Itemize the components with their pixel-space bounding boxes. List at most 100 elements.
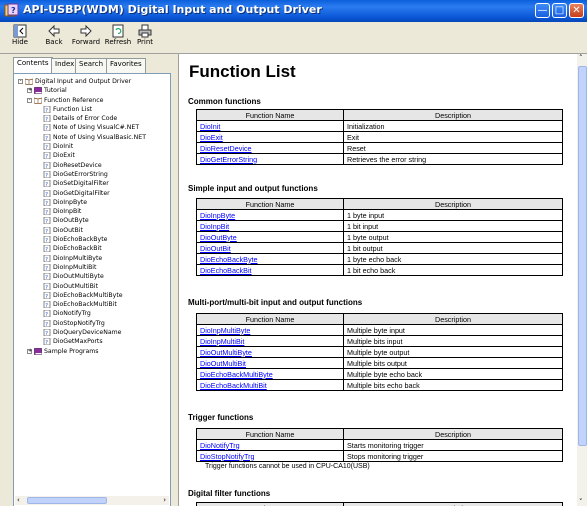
minimize-button[interactable]: — [535, 3, 550, 18]
scroll-up-icon[interactable]: ˄ [579, 54, 583, 62]
tree-item[interactable]: ? Function List [14, 105, 170, 114]
table-header-row: Function NameDescription [196, 198, 563, 210]
function-description: Multiple bits echo back [343, 379, 563, 391]
tree-item[interactable]: ? DioGetMaxPorts [14, 337, 170, 346]
expand-icon[interactable]: + [27, 348, 32, 354]
collapse-icon[interactable]: - [27, 97, 32, 103]
expand-icon[interactable]: + [27, 88, 32, 94]
table-header-row: Function NameDescription [196, 428, 563, 440]
tab-favorites[interactable]: Favorites [106, 58, 146, 73]
tree-item-label: Digital Input and Output Driver [35, 78, 132, 85]
tree-item[interactable]: ? DioGetErrorString [14, 170, 170, 179]
closed-book-icon [34, 347, 42, 355]
tree-item[interactable]: ? DioResetDevice [14, 161, 170, 170]
function-link[interactable]: DioGetErrorString [196, 153, 344, 165]
function-link[interactable]: DioResetDevice [196, 142, 344, 154]
function-description: 1 bit echo back [343, 264, 563, 276]
tree-item[interactable]: ? DioOutByte [14, 216, 170, 225]
tree-item-label: DioInpMultiBit [53, 263, 97, 271]
back-button[interactable]: Back [40, 24, 68, 46]
scroll-left-icon[interactable]: ‹ [17, 496, 20, 504]
tree-item[interactable]: ? DioInit [14, 142, 170, 151]
tree-item[interactable]: ? DioOutMultiBit [14, 282, 170, 291]
tree-item[interactable]: ? DioInpByte [14, 198, 170, 207]
tree-item-label: DioResetDevice [53, 161, 102, 169]
tree-item[interactable]: ? DioOutMultiByte [14, 272, 170, 281]
function-link[interactable]: DioInpByte [196, 209, 344, 221]
scroll-right-icon[interactable]: › [163, 496, 166, 504]
collapse-icon[interactable]: - [18, 79, 23, 84]
svg-text:?: ? [45, 256, 48, 261]
tree-item[interactable]: ? DioEchoBackMultiBit [14, 300, 170, 309]
tree-item[interactable]: ? DioStopNotifyTrg [14, 319, 170, 328]
horizontal-scroll-thumb[interactable] [27, 497, 107, 504]
forward-button[interactable]: Forward [70, 24, 102, 46]
tree-item[interactable]: - Function Reference [14, 96, 170, 105]
hide-button[interactable]: Hide [6, 24, 34, 46]
title-bar[interactable]: ? API-USBP(WDM) Digital Input and Output… [0, 0, 587, 22]
refresh-button[interactable]: Refresh [103, 24, 133, 46]
tree-item[interactable]: ? DioInpBit [14, 207, 170, 216]
tree-item-label: DioSetDigitalFilter [53, 180, 109, 188]
tree-item[interactable]: ? DioInpMultiByte [14, 254, 170, 263]
function-link[interactable]: DioInpMultiBit [196, 335, 344, 347]
tab-contents[interactable]: Contents [13, 57, 53, 74]
svg-text:?: ? [45, 229, 48, 234]
maximize-button[interactable]: □ [552, 3, 567, 18]
function-link[interactable]: DioOutMultiByte [196, 346, 344, 358]
column-header-function-name: Function Name [196, 198, 344, 210]
tree-item[interactable]: ? DioInpMultiBit [14, 263, 170, 272]
section-heading: Simple input and output functions [188, 184, 318, 193]
svg-text:?: ? [45, 210, 48, 215]
forward-arrow-icon [80, 24, 92, 38]
tree-item[interactable]: ? DioEchoBackBit [14, 244, 170, 253]
function-link[interactable]: DioEchoBackMultiByte [196, 368, 344, 380]
tree-item-label: DioEchoBackMultiByte [53, 291, 123, 299]
tree-item[interactable]: ? DioEchoBackMultiByte [14, 291, 170, 300]
help-page-icon: ? [43, 105, 51, 113]
scroll-down-icon[interactable]: ˅ [579, 498, 583, 506]
tree-item[interactable]: - Digital Input and Output Driver [14, 77, 170, 86]
function-link[interactable]: DioOutMultiBit [196, 357, 344, 369]
function-link[interactable]: DioInit [196, 120, 344, 132]
tree-item-label: DioInpByte [53, 198, 88, 206]
tree-item[interactable]: + Tutorial [14, 86, 170, 95]
function-link[interactable]: DioExit [196, 131, 344, 143]
function-link[interactable]: DioEchoBackByte [196, 253, 344, 265]
function-link[interactable]: DioOutByte [196, 231, 344, 243]
tree-item[interactable]: ? DioSetDigitalFilter [14, 179, 170, 188]
tab-search[interactable]: Search [75, 58, 108, 73]
function-link[interactable]: DioInpMultiByte [196, 324, 344, 336]
window-title: API-USBP(WDM) Digital Input and Output D… [23, 3, 322, 16]
tree-item[interactable]: ? DioQueryDeviceName [14, 328, 170, 337]
table-row: DioEchoBackBit 1 bit echo back [196, 264, 563, 276]
function-link[interactable]: DioInpBit [196, 220, 344, 232]
tree-item[interactable]: ? DioEchoBackByte [14, 235, 170, 244]
table-header-row: Function NameDescription [196, 109, 563, 121]
function-link[interactable]: DioNotifyTrg [196, 439, 344, 451]
function-link[interactable]: DioEchoBackMultiBit [196, 379, 344, 391]
tree-item[interactable]: ? Details of Error Code [14, 114, 170, 123]
tree-item-label: Sample Programs [44, 347, 99, 355]
function-link[interactable]: DioStopNotifyTrg [196, 450, 344, 462]
tree-item[interactable]: + Sample Programs [14, 347, 170, 356]
vertical-scrollbar[interactable]: ˄ ˅ [577, 54, 587, 506]
function-link[interactable]: DioOutBit [196, 242, 344, 254]
table-row: DioNotifyTrg Starts monitoring trigger [196, 439, 563, 451]
svg-text:?: ? [45, 303, 48, 308]
tree-item[interactable]: ? Note of Using VisualC#.NET [14, 123, 170, 132]
svg-text:?: ? [45, 201, 48, 206]
tree-item[interactable]: ? Note of Using VisualBasic.NET [14, 133, 170, 142]
horizontal-scrollbar[interactable]: ‹ › [15, 496, 169, 505]
function-table: Function Name Description DioInpMultiByte M… [196, 313, 563, 391]
vertical-scroll-thumb[interactable] [578, 66, 587, 446]
tree-item[interactable]: ? DioExit [14, 151, 170, 160]
tree-item[interactable]: ? DioOutBit [14, 226, 170, 235]
help-page-icon: ? [43, 236, 51, 244]
close-button[interactable]: ✕ [569, 3, 584, 18]
function-link[interactable]: DioEchoBackBit [196, 264, 344, 276]
print-button[interactable]: Print [134, 24, 156, 46]
tree-item[interactable]: ? DioNotifyTrg [14, 309, 170, 318]
tree-item[interactable]: ? DioGetDigitalFilter [14, 189, 170, 198]
tree-item-label: Details of Error Code [53, 115, 118, 123]
